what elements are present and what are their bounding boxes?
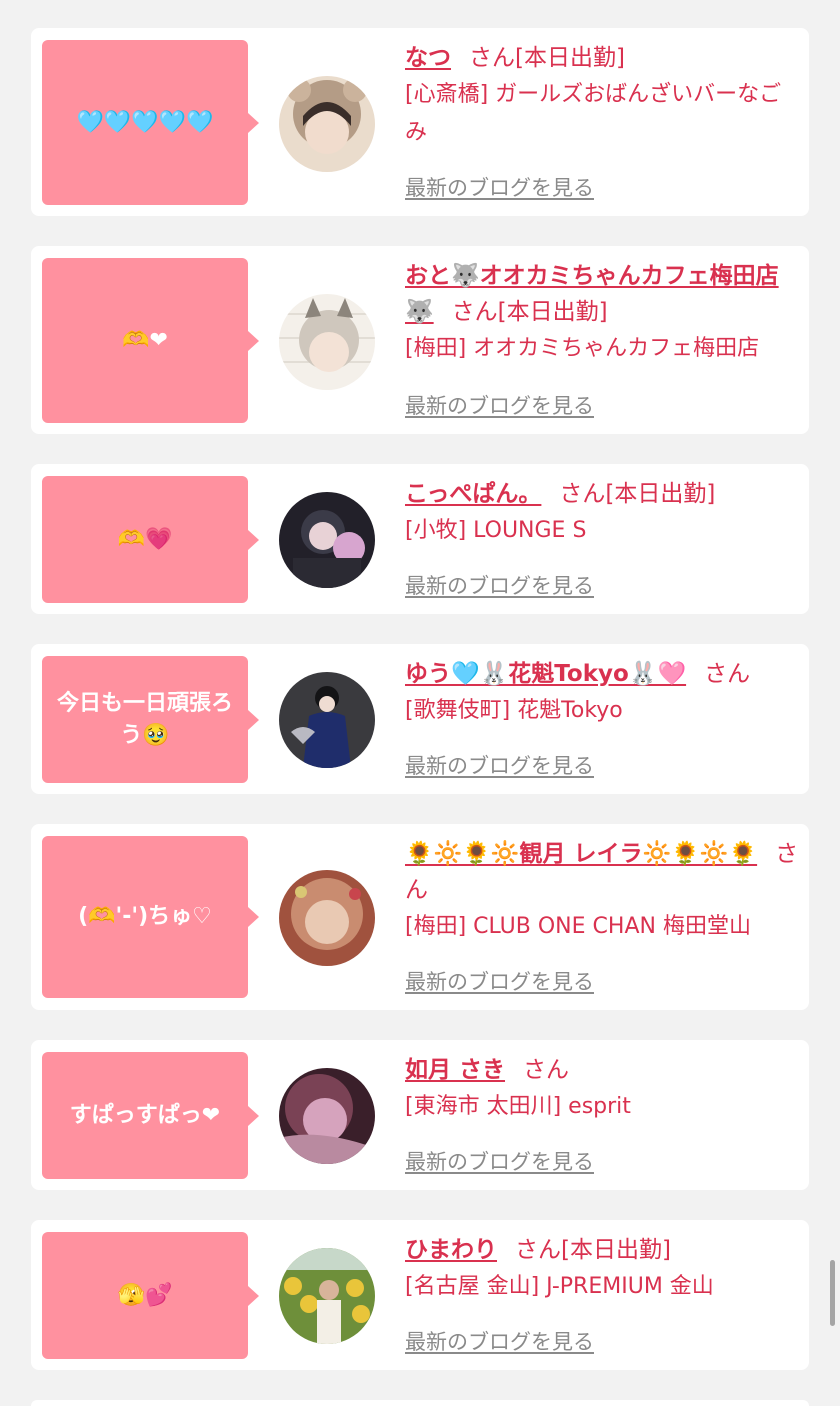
bubble-text: すぱっすぱっ❤ xyxy=(69,1102,221,1128)
shop-info: [梅田] CLUB ONE CHAN 梅田堂山 xyxy=(405,914,751,939)
avatar[interactable] xyxy=(279,492,375,588)
avatar[interactable] xyxy=(279,870,375,966)
shop-info: [名古屋 金山] J-PREMIUM 金山 xyxy=(405,1274,714,1299)
honorific: さん[本日出勤] xyxy=(559,481,716,507)
bubble-text: 🫶❤ xyxy=(122,327,168,353)
list-item xyxy=(31,1400,809,1406)
message-bubble: すぱっすぱっ❤ xyxy=(42,1052,259,1179)
list-item: すぱっすぱっ❤ 如月 さき さん [東海市 太田川] esprit 最新のブログを… xyxy=(31,1040,809,1190)
cast-name-link[interactable]: 如月 さき xyxy=(405,1057,505,1083)
bubble-text: 🫣💕 xyxy=(117,1282,173,1308)
bubble-text: 🫶💗 xyxy=(117,526,173,552)
avatar[interactable] xyxy=(279,1068,375,1164)
message-bubble: 🫶❤ xyxy=(42,258,259,423)
cast-name-link[interactable]: こっぺぱん。 xyxy=(405,481,541,507)
latest-blog-link[interactable]: 最新のブログを見る xyxy=(405,750,594,780)
latest-blog-link[interactable]: 最新のブログを見る xyxy=(405,570,594,600)
shop-info: [小牧] LOUNGE S xyxy=(405,518,587,543)
honorific: さん xyxy=(704,661,751,687)
shop-info: [梅田] オオカミちゃんカフェ梅田店 xyxy=(405,336,760,361)
message-bubble: 🫶💗 xyxy=(42,476,259,603)
scrollbar[interactable] xyxy=(830,1260,835,1326)
latest-blog-link[interactable]: 最新のブログを見る xyxy=(405,1146,594,1176)
honorific: さん[本日出勤] xyxy=(451,299,608,325)
list-item: 🩵🩵🩵🩵🩵 なつ さん[本日出勤] [心斎橋] ガールズおばんざいバーなごみ 最新… xyxy=(31,28,809,216)
list-item: 🫶💗 こっぺぱん。 さん[本日出勤] [小牧] LOUNGE S 最新のブログを見… xyxy=(31,464,809,614)
cast-name-link[interactable]: 🌻🔆🌻🔆観月 レイラ🔆🌻🔆🌻 xyxy=(405,841,757,867)
avatar[interactable] xyxy=(279,1248,375,1344)
latest-blog-link[interactable]: 最新のブログを見る xyxy=(405,1326,594,1356)
list-item: 今日も一日頑張ろう🥹 ゆう🩵🐰花魁Tokyo🐰🩷 さん [歌舞伎町] 花魁Toky… xyxy=(31,644,809,794)
honorific: さん[本日出勤] xyxy=(469,45,625,71)
message-bubble: 🩵🩵🩵🩵🩵 xyxy=(42,40,259,205)
message-bubble: 今日も一日頑張ろう🥹 xyxy=(42,656,259,783)
latest-blog-link[interactable]: 最新のブログを見る xyxy=(405,390,594,420)
shop-info: [歌舞伎町] 花魁Tokyo xyxy=(405,698,623,723)
cast-name-link[interactable]: ひまわり xyxy=(405,1237,497,1263)
honorific: さん[本日出勤] xyxy=(515,1237,671,1263)
avatar[interactable] xyxy=(279,294,375,390)
list-item: 🫣💕 ひまわり さん[本日出勤] [名古屋 金山] J-PREMIUM 金山 最新… xyxy=(31,1220,809,1370)
bubble-text: (🫶'-')ちゅ♡ xyxy=(78,904,212,929)
shop-info: [心斎橋] ガールズおばんざいバーなごみ xyxy=(405,82,782,145)
latest-blog-link[interactable]: 最新のブログを見る xyxy=(405,966,594,996)
avatar[interactable] xyxy=(279,672,375,768)
cast-name-link[interactable]: ゆう🩵🐰花魁Tokyo🐰🩷 xyxy=(405,661,686,687)
cast-name-link[interactable]: なつ xyxy=(405,45,451,71)
honorific: さん xyxy=(523,1057,570,1083)
message-bubble: (🫶'-')ちゅ♡ xyxy=(42,836,259,998)
bubble-text: 今日も一日頑張ろう🥹 xyxy=(56,690,233,748)
latest-blog-link[interactable]: 最新のブログを見る xyxy=(405,172,594,202)
list-item: 🫶❤ おと🐺オオカミちゃんカフェ梅田店🐺 さん[本日出勤] [梅田] オオカミちゃ… xyxy=(31,246,809,434)
shop-info: [東海市 太田川] esprit xyxy=(405,1094,631,1119)
message-bubble: 🫣💕 xyxy=(42,1232,259,1359)
list-item: (🫶'-')ちゅ♡ 🌻🔆🌻🔆観月 レイラ🔆🌻🔆🌻 さん [梅田] CLUB ONE… xyxy=(31,824,809,1010)
bubble-text: 🩵🩵🩵🩵🩵 xyxy=(76,109,214,135)
avatar[interactable] xyxy=(279,76,375,172)
